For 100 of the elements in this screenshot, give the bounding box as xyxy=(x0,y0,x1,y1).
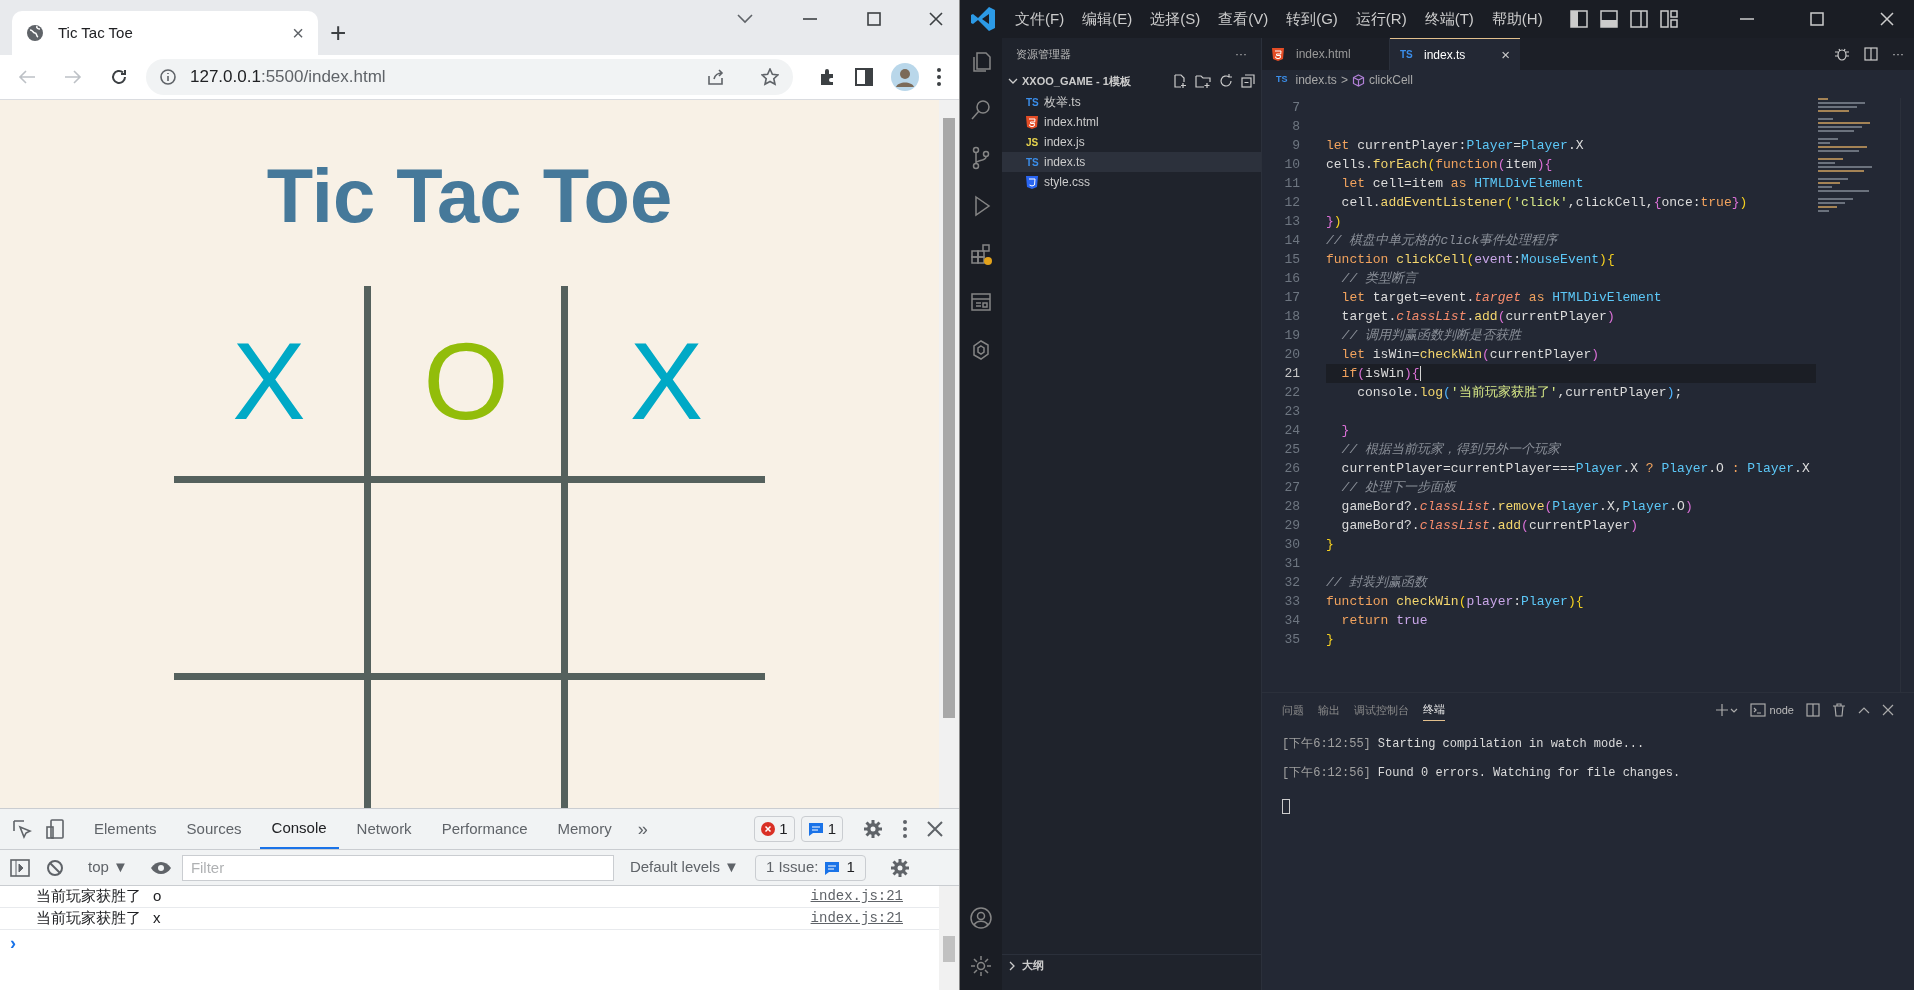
devtools-tab[interactable]: Sources xyxy=(174,809,254,849)
settings-icon[interactable] xyxy=(889,857,910,878)
panel-tab[interactable]: 输出 xyxy=(1318,699,1340,721)
board-cell[interactable] xyxy=(371,483,568,680)
url-text: 127.0.0.1:5500/index.html xyxy=(190,66,387,89)
scrollbar[interactable] xyxy=(939,100,959,808)
reload-icon[interactable] xyxy=(110,68,128,86)
preview-icon[interactable] xyxy=(969,290,993,314)
file-item[interactable]: JS index.js xyxy=(1002,132,1261,152)
more-tabs-button[interactable]: » xyxy=(629,815,656,843)
sidebar-toggle-icon[interactable] xyxy=(10,858,30,877)
tab-title: Tic Tac Toe xyxy=(58,22,134,43)
address-bar[interactable]: 127.0.0.1:5500/index.html xyxy=(146,59,793,95)
extensions-icon[interactable] xyxy=(969,242,993,266)
new-folder-icon[interactable] xyxy=(1195,74,1211,88)
html-file-icon xyxy=(1026,115,1038,129)
breadcrumb-item[interactable]: index.ts xyxy=(1295,71,1337,89)
line-number: 12 xyxy=(1283,193,1301,212)
filter-field[interactable]: Filter xyxy=(181,854,614,881)
search-icon[interactable] xyxy=(969,98,993,122)
layout-sidebar-icon[interactable] xyxy=(1570,10,1588,28)
chevron-up-icon[interactable] xyxy=(1858,706,1870,714)
breadcrumb-item[interactable]: clickCell xyxy=(1368,71,1413,89)
scrollbar[interactable] xyxy=(939,886,959,990)
settings-icon[interactable] xyxy=(969,954,993,978)
settings-icon[interactable] xyxy=(863,819,883,839)
eye-icon[interactable] xyxy=(149,860,172,875)
menu-item[interactable]: 查看(V) xyxy=(1209,4,1278,34)
vscode-logo-icon[interactable] xyxy=(970,6,996,32)
devtools-tab[interactable]: Memory xyxy=(545,809,624,849)
line-number: 33 xyxy=(1283,592,1301,611)
menu-item[interactable]: 终端(T) xyxy=(1415,4,1483,34)
menu-item[interactable]: 运行(R) xyxy=(1346,4,1416,34)
folder-header[interactable]: XXOO_GAME - 1模板 xyxy=(1002,70,1261,92)
more-icon[interactable] xyxy=(937,68,941,86)
panel-tab[interactable]: 终端 xyxy=(1423,699,1445,721)
line-number: 35 xyxy=(1283,630,1301,649)
device-icon[interactable] xyxy=(46,819,66,839)
avatar-icon[interactable] xyxy=(891,63,919,91)
message-badge[interactable]: 1 xyxy=(800,816,843,842)
section-header[interactable]: 大纲 xyxy=(1002,954,1261,976)
close-icon[interactable] xyxy=(927,821,943,837)
refresh-icon[interactable] xyxy=(1219,74,1233,88)
code-line: if(isWin){ xyxy=(1340,366,1421,381)
account-icon[interactable] xyxy=(969,906,993,930)
devtools-tab[interactable]: Performance xyxy=(429,809,540,849)
new-file-icon[interactable] xyxy=(1173,74,1187,88)
more-icon[interactable] xyxy=(903,820,907,838)
new-tab-button[interactable]: + xyxy=(330,19,347,47)
file-item[interactable]: style.css xyxy=(1002,172,1261,192)
chevron-down-icon[interactable] xyxy=(737,14,753,24)
levels-dropdown[interactable]: Default levels ▼ xyxy=(623,856,745,879)
menu-item[interactable]: 编辑(E) xyxy=(1073,4,1142,34)
file-item[interactable]: TS 枚举.ts xyxy=(1002,92,1261,112)
devtools-tab[interactable]: Network xyxy=(344,809,424,849)
collapse-icon[interactable] xyxy=(1241,74,1255,88)
trash-icon[interactable] xyxy=(1832,703,1846,717)
file-item[interactable]: TS index.ts xyxy=(1002,152,1261,172)
error-badge[interactable]: 1 xyxy=(754,816,795,842)
close-icon[interactable] xyxy=(1882,704,1894,716)
layout-panel-icon[interactable] xyxy=(1600,10,1618,28)
board-cell[interactable] xyxy=(174,483,371,680)
console-prompt: › xyxy=(10,931,16,955)
menu-item[interactable]: 文件(F) xyxy=(1006,4,1074,34)
source-link[interactable]: index.js:21 xyxy=(810,886,903,907)
maximize-icon[interactable] xyxy=(867,12,881,26)
bug-icon[interactable] xyxy=(1834,46,1850,62)
share-icon[interactable] xyxy=(707,69,725,85)
panel-tab[interactable]: 调试控制台 xyxy=(1354,699,1409,721)
console-message: 当前玩家获胜了 xyxy=(36,886,141,907)
folder-name: XXOO_GAME - 1模板 xyxy=(1022,73,1132,89)
star-icon[interactable] xyxy=(761,68,779,86)
more-actions-button[interactable]: ··· xyxy=(1235,45,1247,63)
more-actions-button[interactable]: ··· xyxy=(1892,45,1904,63)
line-number: 19 xyxy=(1283,326,1301,345)
menu-item[interactable]: 转到(G) xyxy=(1277,4,1347,34)
browser-tab[interactable]: Tic Tac Toe × xyxy=(12,11,318,55)
split-terminal-icon[interactable] xyxy=(1806,703,1820,717)
menu-item[interactable]: 帮助(H) xyxy=(1482,4,1552,34)
issues-button[interactable]: 1 Issue: 1 xyxy=(754,854,866,881)
menu-item[interactable]: 选择(S) xyxy=(1141,4,1210,34)
split-editor-icon[interactable] xyxy=(1864,47,1878,61)
inspect-icon[interactable] xyxy=(12,819,32,839)
file-item[interactable]: index.html xyxy=(1002,112,1261,132)
layout-grid-icon[interactable] xyxy=(1660,10,1678,28)
close-icon[interactable] xyxy=(929,12,943,26)
devtools-tab[interactable]: Elements xyxy=(82,809,169,849)
close-tab-button[interactable]: × xyxy=(292,23,304,43)
add-terminal-icon[interactable] xyxy=(1715,703,1738,717)
sidebar-icon[interactable] xyxy=(855,68,873,86)
close-tab-button[interactable]: × xyxy=(1501,47,1510,62)
editor-tab[interactable]: TS index.ts × xyxy=(1390,38,1520,70)
context-dropdown[interactable]: top ▼ xyxy=(84,856,132,879)
cube-icon xyxy=(1351,73,1365,87)
panel-tab[interactable]: 问题 xyxy=(1282,699,1304,721)
error-count: 1 xyxy=(779,818,788,839)
layout-split-icon[interactable] xyxy=(1630,10,1648,28)
source-link[interactable]: index.js:21 xyxy=(810,908,903,929)
code-line: function checkWin(player:Player){ xyxy=(1326,594,1584,609)
clear-icon[interactable] xyxy=(46,858,64,877)
